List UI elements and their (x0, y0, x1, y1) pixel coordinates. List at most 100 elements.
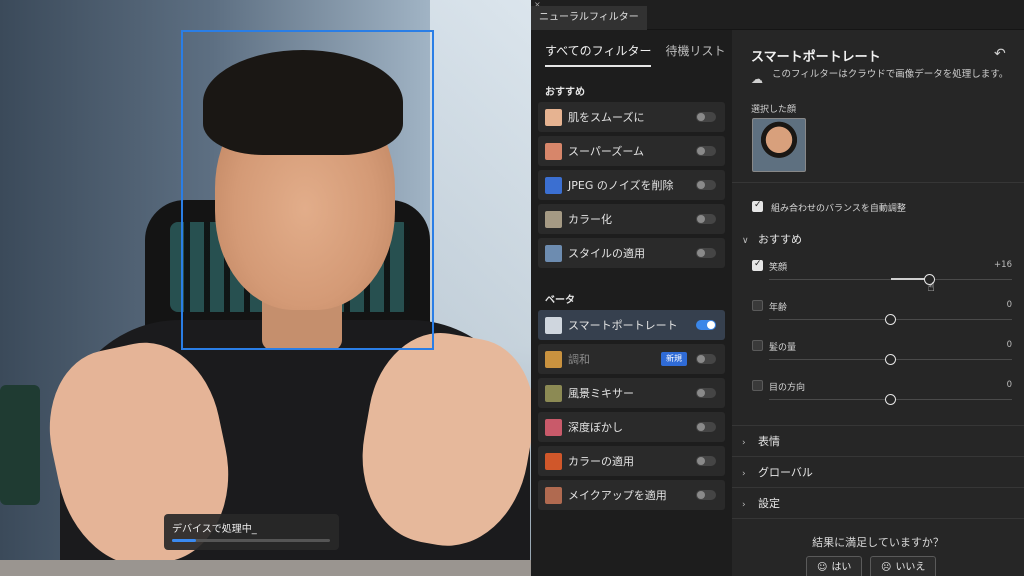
tab-waitlist[interactable]: 待機リスト (665, 42, 725, 67)
filter-label: スーパーズーム (568, 145, 645, 158)
chevron-right-icon: › (742, 469, 746, 479)
filter-tabs: すべてのフィルター 待機リスト (545, 42, 725, 67)
auto-balance-label: 組み合わせのバランスを自動調整 (771, 204, 906, 214)
filter-title: スマートポートレート (751, 50, 881, 65)
filter-thumbnail-icon (545, 419, 562, 436)
slider-track[interactable] (769, 274, 1012, 285)
filter-item[interactable]: カラーの適用 (538, 446, 725, 476)
filter-toggle[interactable] (696, 320, 716, 330)
slider-handle[interactable] (885, 394, 896, 405)
section-label: おすすめ (758, 233, 802, 246)
filter-toggle[interactable] (696, 456, 716, 466)
slider-handle[interactable] (885, 354, 896, 365)
filter-thumbnail-icon (545, 109, 562, 126)
collapsed-section[interactable]: › 設定 (742, 495, 780, 511)
filter-toggle[interactable] (696, 490, 716, 500)
filter-toggle[interactable] (696, 146, 716, 156)
filter-toggle[interactable] (696, 112, 716, 122)
chevron-down-icon: ∨ (742, 236, 749, 246)
divider (732, 456, 1024, 457)
filter-toggle[interactable] (696, 388, 716, 398)
chevron-right-icon: › (742, 500, 746, 510)
filter-toggle[interactable] (696, 248, 716, 258)
feedback-yes-button[interactable]: ☺ はい (806, 556, 863, 576)
smile-icon: ☺ (817, 562, 828, 573)
filter-thumbnail-icon (545, 487, 562, 504)
filter-label: JPEG のノイズを削除 (568, 179, 674, 192)
section-label: 表情 (758, 435, 780, 448)
panel-tab-bar: × ニューラルフィルター (531, 0, 1024, 30)
filter-toggle[interactable] (696, 354, 716, 364)
filter-item[interactable]: スマートポートレート (538, 310, 725, 340)
mouse-cursor-icon: ☝ (927, 280, 935, 294)
yes-label: はい (831, 562, 852, 573)
filter-thumbnail-icon (545, 245, 562, 262)
filter-label: 肌をスムーズに (568, 111, 645, 124)
slider-checkbox[interactable] (752, 300, 763, 311)
collapsed-section[interactable]: › グローバル (742, 464, 813, 480)
filter-item[interactable]: 肌をスムーズに (538, 102, 725, 132)
slider-checkbox[interactable] (752, 259, 763, 271)
reset-icon[interactable]: ↶ (994, 46, 1006, 62)
filter-item[interactable]: 深度ぼかし (538, 412, 725, 442)
panel-tab-neural-filters[interactable]: ニューラルフィルター (531, 6, 647, 30)
slider-label: 笑顔 (769, 263, 788, 273)
section-beta: ベータ (545, 295, 575, 306)
divider (732, 518, 1024, 519)
section-label: グローバル (758, 466, 813, 479)
processing-progress-bar (172, 539, 330, 542)
divider (732, 487, 1024, 488)
filter-item[interactable]: スーパーズーム (538, 136, 725, 166)
desk-edge (0, 560, 531, 576)
filter-settings-column: スマートポートレート ↶ ☁ このフィルターはクラウドで画像データを処理します。… (732, 30, 1024, 576)
slider-value: +16 (994, 260, 1012, 270)
face-detection-box[interactable] (181, 30, 434, 350)
filter-label: カラーの適用 (568, 455, 634, 468)
filter-item[interactable]: 風景ミキサー (538, 378, 725, 408)
recommended-filter-list: 肌をスムーズに スーパーズーム JPEG のノイズを削除カラー化スタイルの適用 (538, 102, 725, 272)
filter-item[interactable]: JPEG のノイズを削除 (538, 170, 725, 200)
slider-handle[interactable] (885, 314, 896, 325)
selected-faces-label: 選択した顔 (751, 105, 797, 115)
section-recommended-settings[interactable]: ∨ おすすめ (742, 231, 802, 247)
slider-track[interactable] (769, 314, 1012, 325)
filter-item[interactable]: メイクアップを適用 (538, 480, 725, 510)
filter-label: メイクアップを適用 (568, 489, 667, 502)
collapsed-section[interactable]: › 表情 (742, 433, 780, 449)
filter-toggle[interactable] (696, 180, 716, 190)
background-plant (0, 385, 40, 505)
feedback-no-button[interactable]: ☹ いいえ (870, 556, 937, 576)
chevron-right-icon: › (742, 438, 746, 448)
filter-thumbnail-icon (545, 351, 562, 368)
slider-track[interactable] (769, 354, 1012, 365)
frown-icon: ☹ (881, 562, 892, 573)
processing-toast: デバイスで処理中_ (164, 514, 339, 550)
filter-label: スタイルの適用 (568, 247, 645, 260)
image-canvas[interactable]: デバイスで処理中_ (0, 0, 531, 576)
slider-checkbox[interactable] (752, 340, 763, 351)
filter-item[interactable]: スタイルの適用 (538, 238, 725, 268)
neural-filters-panel: × ニューラルフィルター すべてのフィルター 待機リスト おすすめ 肌をスムーズ… (531, 0, 1024, 576)
filter-label: 調和 (568, 353, 590, 366)
new-badge: 新規 (661, 352, 687, 366)
slider-checkbox[interactable] (752, 380, 763, 391)
filter-label: 深度ぼかし (568, 421, 623, 434)
filter-thumbnail-icon (545, 317, 562, 334)
auto-balance-checkbox[interactable] (752, 200, 763, 212)
cloud-icon: ☁ (751, 72, 763, 86)
section-label: 設定 (758, 497, 780, 510)
slider-value: 0 (1006, 340, 1012, 350)
slider-track[interactable] (769, 394, 1012, 405)
filter-thumbnail-icon (545, 177, 562, 194)
tab-all-filters[interactable]: すべてのフィルター (545, 42, 652, 67)
filter-label: スマートポートレート (568, 319, 678, 332)
slider-value: 0 (1006, 380, 1012, 390)
filter-item[interactable]: 調和 新規 (538, 344, 725, 374)
slider-label: 髪の量 (769, 343, 797, 353)
slider-label: 年齢 (769, 303, 788, 313)
filter-toggle[interactable] (696, 422, 716, 432)
filter-toggle[interactable] (696, 214, 716, 224)
filter-item[interactable]: カラー化 (538, 204, 725, 234)
filter-thumbnail-icon (545, 385, 562, 402)
selected-face-thumbnail[interactable] (752, 118, 806, 172)
